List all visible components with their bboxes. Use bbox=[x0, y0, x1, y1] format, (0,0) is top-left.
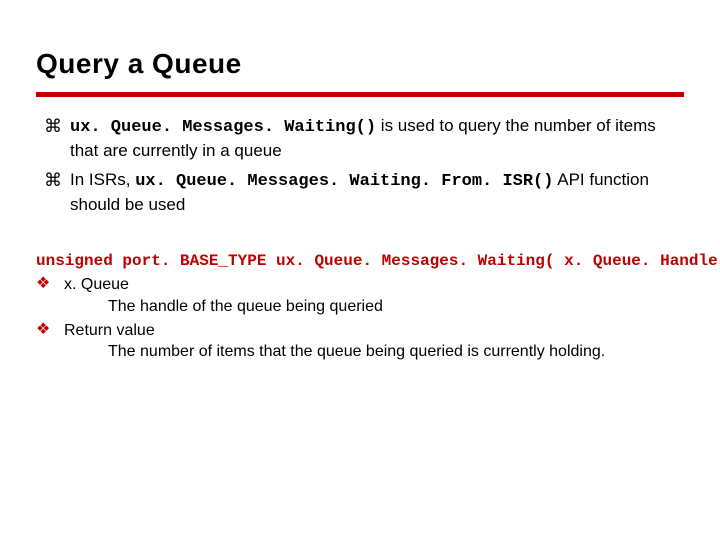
command-key-icon: ⌘ bbox=[44, 115, 70, 138]
bullet-item: ⌘ In ISRs, ux. Queue. Messages. Waiting.… bbox=[44, 169, 676, 217]
page-title: Query a Queue bbox=[36, 48, 684, 80]
param-desc: The number of items that the queue being… bbox=[36, 341, 684, 363]
bullet-text: ux. Queue. Messages. Waiting() is used t… bbox=[70, 115, 676, 163]
param-item: ❖ x. Queue bbox=[36, 274, 684, 296]
main-bullets: ⌘ ux. Queue. Messages. Waiting() is used… bbox=[0, 97, 720, 217]
bullet-text: In ISRs, ux. Queue. Messages. Waiting. F… bbox=[70, 169, 676, 217]
signature-section: unsigned port. BASE_TYPE ux. Queue. Mess… bbox=[0, 223, 720, 363]
param-name: x. Queue bbox=[64, 274, 684, 296]
code-inline: ux. Queue. Messages. Waiting. From. ISR(… bbox=[135, 172, 553, 191]
command-key-icon: ⌘ bbox=[44, 169, 70, 192]
bullet-lead: In ISRs, bbox=[70, 170, 135, 189]
function-signature: unsigned port. BASE_TYPE ux. Queue. Mess… bbox=[36, 251, 684, 273]
diamond-icon: ❖ bbox=[36, 320, 64, 341]
bullet-item: ⌘ ux. Queue. Messages. Waiting() is used… bbox=[44, 115, 676, 163]
title-block: Query a Queue bbox=[0, 0, 720, 80]
param-desc: The handle of the queue being queried bbox=[36, 296, 684, 318]
param-name: Return value bbox=[64, 320, 684, 342]
diamond-icon: ❖ bbox=[36, 274, 64, 295]
slide: Query a Queue ⌘ ux. Queue. Messages. Wai… bbox=[0, 0, 720, 540]
code-inline: ux. Queue. Messages. Waiting() bbox=[70, 118, 376, 137]
param-item: ❖ Return value bbox=[36, 320, 684, 342]
